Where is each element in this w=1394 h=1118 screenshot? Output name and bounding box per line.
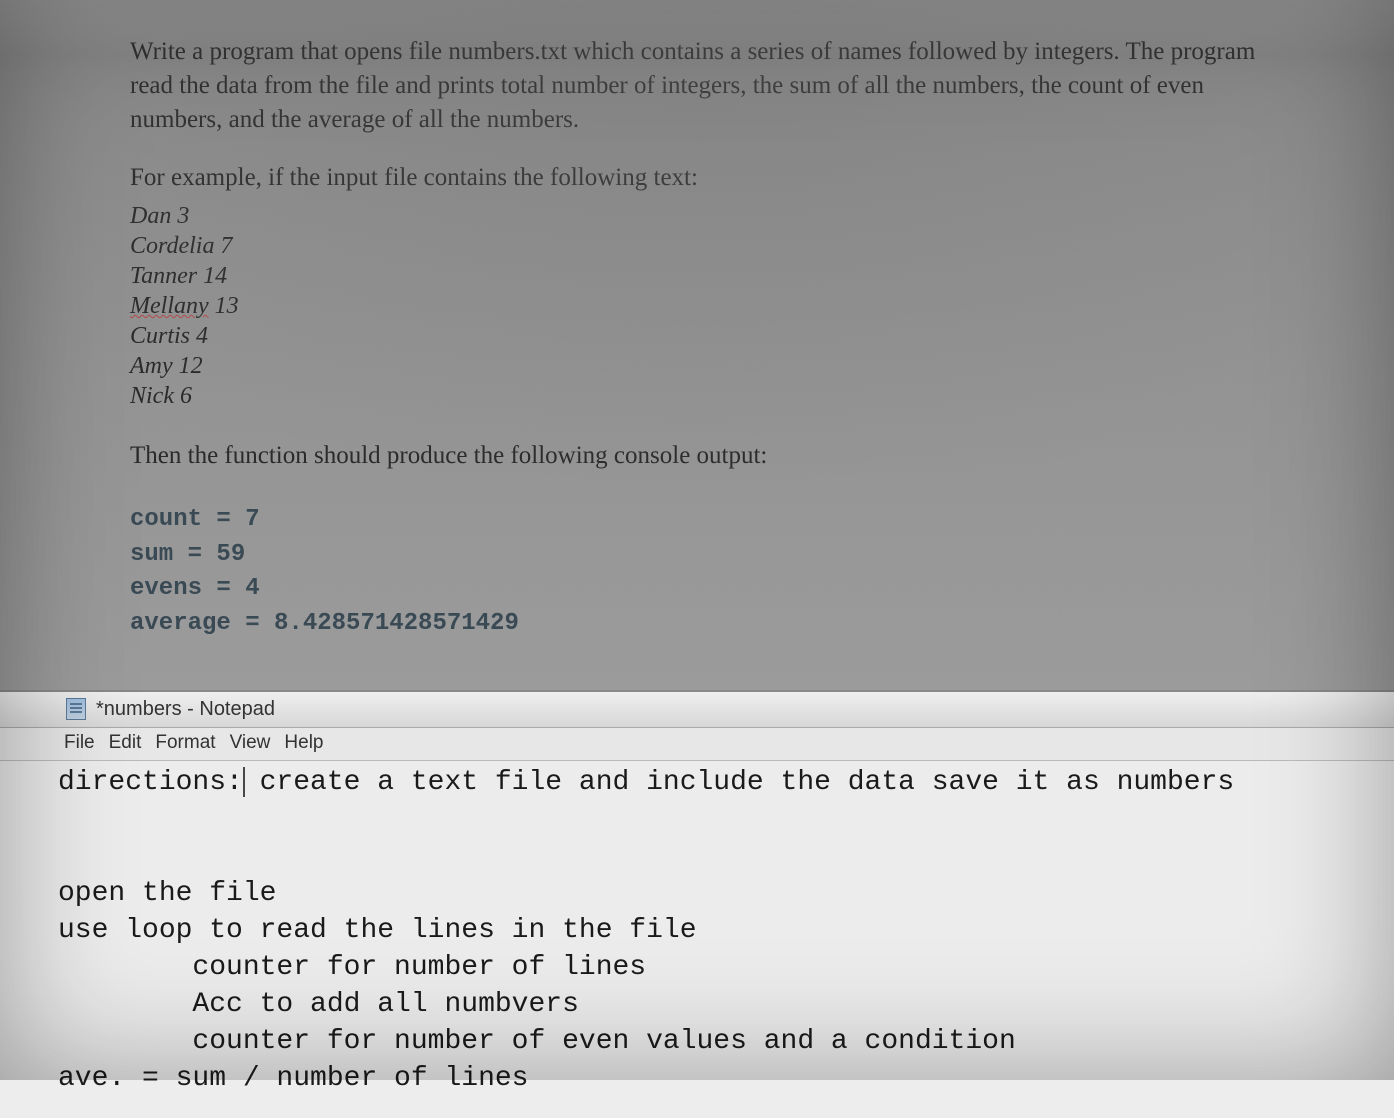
text-cursor (243, 767, 245, 797)
menu-item-edit[interactable]: Edit (109, 732, 142, 754)
console-line: sum = 59 (130, 538, 1264, 573)
notepad-editor[interactable]: directions: create a text file and inclu… (0, 761, 1394, 1118)
input-file-line: Mellany 13 (130, 291, 1264, 321)
menu-item-file[interactable]: File (64, 732, 95, 754)
notepad-window: *numbers - Notepad File Edit Format View Hel… (0, 690, 1394, 1118)
menu-item-help[interactable]: Help (284, 732, 323, 754)
problem-statement: Write a program that opens file numbers.… (0, 0, 1394, 672)
input-file-line: Tanner 14 (130, 261, 1264, 291)
input-file-line: Curtis 4 (130, 321, 1264, 351)
console-line: average = 8.428571428571429 (130, 607, 1264, 642)
output-heading: Then the function should produce the fol… (130, 439, 1264, 473)
notepad-titlebar[interactable]: *numbers - Notepad (0, 692, 1394, 728)
menu-item-format[interactable]: Format (155, 732, 215, 754)
notepad-title: *numbers - Notepad (96, 698, 275, 721)
console-output: count = 7sum = 59evens = 4average = 8.42… (130, 503, 1264, 642)
input-file-data: Dan 3Cordelia 7Tanner 14Mellany 13Curtis… (130, 201, 1264, 411)
input-file-line: Cordelia 7 (130, 231, 1264, 261)
problem-description: Write a program that opens file numbers.… (130, 35, 1264, 136)
console-line: count = 7 (130, 503, 1264, 538)
notepad-menubar: File Edit Format View Help (0, 728, 1394, 761)
input-file-line: Nick 6 (130, 381, 1264, 411)
example-heading: For example, if the input file contains … (130, 161, 1264, 195)
notepad-app-icon (66, 698, 86, 720)
console-line: evens = 4 (130, 572, 1264, 607)
input-file-line: Dan 3 (130, 201, 1264, 231)
menu-item-view[interactable]: View (230, 732, 271, 754)
input-file-line: Amy 12 (130, 351, 1264, 381)
